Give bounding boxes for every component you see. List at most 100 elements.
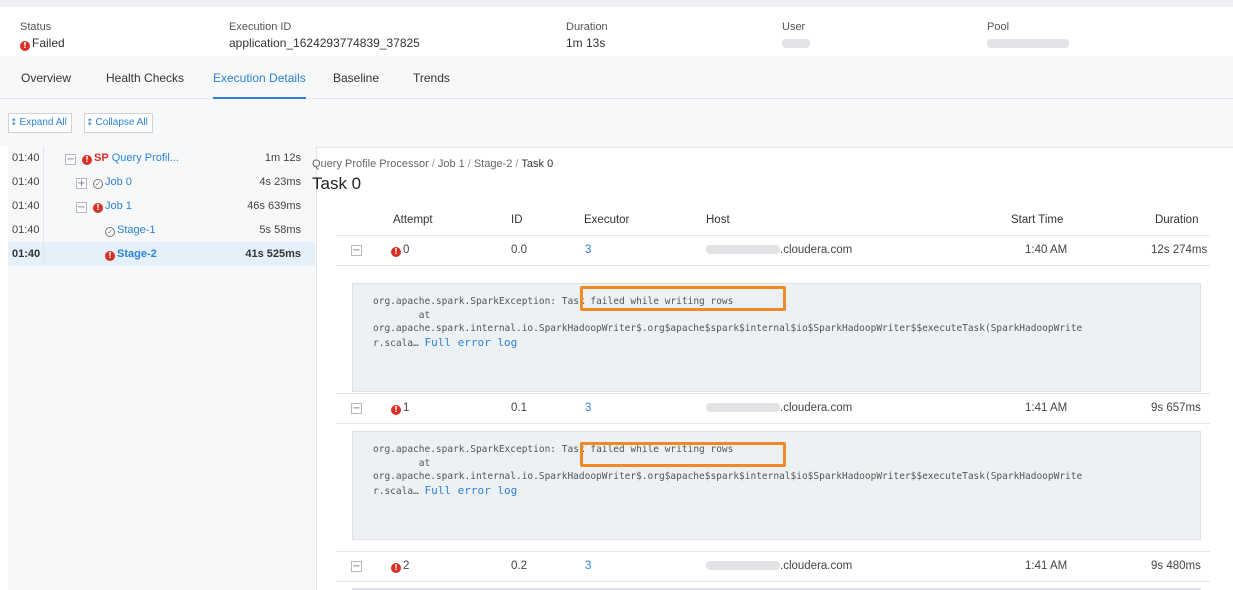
executor-link[interactable]: 3 [585, 560, 591, 572]
divider [336, 581, 1210, 582]
error-icon: ! [391, 563, 401, 573]
exception-name: org.apache.spark.SparkException: [373, 296, 557, 307]
stack-trace-line: org.apache.spark.internal.io.SparkHadoop… [373, 471, 1083, 482]
tree-row-query-profile[interactable]: 01:40 −! SP Query Profil... 1m 12s [8, 146, 315, 170]
breadcrumb-item[interactable]: Job 1 [438, 158, 465, 170]
pool-field: Pool [987, 21, 1069, 51]
stack-trace-tail: r.scala… [373, 337, 419, 349]
expand-icon: ↕ [10, 118, 18, 128]
status-text: Failed [32, 36, 65, 50]
error-icon: ! [93, 203, 103, 213]
tree-row-stage-2[interactable]: 01:40 ! Stage-2 41s 525ms [8, 242, 315, 266]
tree-row-time: 01:40 [12, 152, 40, 164]
attempt-value: 1 [403, 402, 410, 414]
full-error-log-link[interactable]: Full error log [425, 484, 518, 497]
tree-row-label: −! SP Query Profil... [65, 146, 179, 170]
collapse-toggle-icon[interactable]: − [351, 561, 362, 572]
execution-id-value: application_1624293774839_37825 [229, 36, 420, 50]
attempt-row-0[interactable]: − ! 0 0.0 3 .cloudera.com 1:40 AM 12s 274… [336, 236, 1210, 266]
start-time-cell: 1:40 AM [1025, 244, 1068, 256]
column-header-executor[interactable]: Executor [584, 214, 629, 226]
full-error-log-link[interactable]: Full error log [425, 336, 518, 349]
tab-health-checks[interactable]: Health Checks [106, 56, 184, 99]
tab-bar: Overview Health Checks Execution Details… [0, 56, 1233, 99]
id-cell: 0.2 [511, 560, 527, 572]
column-header-host[interactable]: Host [706, 214, 730, 226]
collapse-toggle-icon[interactable]: − [351, 403, 362, 414]
host-cell: .cloudera.com [706, 560, 852, 572]
tree-row-label: ! Stage-2 [105, 242, 157, 266]
tab-trends[interactable]: Trends [413, 56, 450, 99]
expand-all-label: Expand All [19, 117, 67, 128]
duration-cell: 12s 274ms [1151, 244, 1208, 256]
column-header-id[interactable]: ID [511, 214, 523, 226]
column-header-duration[interactable]: Duration [1155, 214, 1198, 226]
stack-trace-line: org.apache.spark.internal.io.SparkHadoop… [373, 323, 1083, 334]
expand-all-button[interactable]: ↕ Expand All [8, 113, 72, 133]
user-field: User [782, 21, 810, 51]
duration-label: Duration [566, 21, 608, 33]
duration-cell: 9s 657ms [1151, 402, 1201, 414]
collapse-all-button[interactable]: ↕ Collapse All [84, 113, 153, 133]
execution-summary: Status ! Failed Execution ID application_… [0, 7, 1233, 51]
host-cell: .cloudera.com [706, 402, 852, 414]
execution-tree: 01:40 −! SP Query Profil... 1m 12s 01:40 … [8, 146, 315, 266]
tree-row-name[interactable]: Job 1 [105, 200, 132, 212]
host-cell: .cloudera.com [706, 244, 852, 256]
stack-at: at [418, 457, 431, 469]
duration-value: 1m 13s [566, 36, 606, 50]
error-icon: ! [20, 41, 30, 51]
attempt-cell: ! 0 [391, 244, 409, 257]
host-text: .cloudera.com [780, 402, 853, 414]
attempt-row-2[interactable]: − ! 2 0.2 3 .cloudera.com 1:41 AM 9s 480m… [336, 552, 1210, 582]
status-field: Status ! Failed [20, 21, 65, 51]
tree-row-job-0[interactable]: 01:40 + ✓ Job 0 4s 23ms [8, 170, 315, 194]
breadcrumb-current: Task 0 [521, 158, 554, 170]
breadcrumb-item[interactable]: Query Profile Processor [312, 158, 429, 170]
tree-row-job-1[interactable]: 01:40 −! Job 1 46s 639ms [8, 194, 315, 218]
host-text: .cloudera.com [780, 244, 853, 256]
tree-row-name[interactable]: Stage-2 [117, 248, 157, 260]
tab-baseline[interactable]: Baseline [333, 56, 379, 99]
tree-row-name[interactable]: Query Profil... [112, 152, 179, 164]
tree-row-duration: 5s 58ms [259, 224, 301, 236]
tab-execution-details[interactable]: Execution Details [213, 56, 306, 99]
tree-row-time: 01:40 [12, 248, 41, 260]
duration-cell: 9s 480ms [1151, 560, 1201, 572]
expand-toggle-icon[interactable]: + [76, 178, 87, 189]
id-cell: 0.1 [511, 402, 527, 414]
tree-row-label: ✓ Stage-1 [105, 218, 156, 242]
collapse-toggle-icon[interactable]: − [76, 202, 87, 213]
tree-row-name[interactable]: Job 0 [105, 176, 132, 188]
tree-row-label: + ✓ Job 0 [76, 170, 132, 194]
tree-row-duration: 46s 639ms [247, 200, 301, 212]
toolbar: ↕ Expand All ↕ Collapse All [0, 99, 1233, 146]
attempt-value: 0 [403, 244, 410, 256]
divider [336, 423, 1210, 424]
column-header-start-time[interactable]: Start Time [1011, 214, 1063, 226]
tree-row-duration: 1m 12s [264, 152, 301, 164]
error-message-highlight [580, 286, 786, 311]
executor-link[interactable]: 3 [585, 402, 591, 414]
executor-link[interactable]: 3 [585, 244, 591, 256]
page-title: Task 0 [312, 174, 362, 193]
tab-overview[interactable]: Overview [21, 56, 71, 99]
breadcrumb-item[interactable]: Stage-2 [474, 158, 513, 170]
stack-at: at [418, 309, 431, 321]
tree-row-stage-1[interactable]: 01:40 ✓ Stage-1 5s 58ms [8, 218, 315, 242]
status-label: Status [20, 21, 52, 33]
collapse-toggle-icon[interactable]: − [65, 154, 76, 165]
collapse-toggle-icon[interactable]: − [351, 245, 362, 256]
tree-row-name[interactable]: Stage-1 [117, 224, 156, 236]
column-header-attempt[interactable]: Attempt [393, 214, 433, 226]
tree-row-duration: 4s 23ms [259, 176, 301, 188]
tree-row-time: 01:40 [12, 176, 40, 188]
attempt-row-1[interactable]: − ! 1 0.1 3 .cloudera.com 1:41 AM 9s 657m… [336, 394, 1210, 424]
attempt-cell: ! 2 [391, 560, 409, 573]
error-icon: ! [391, 247, 401, 257]
user-value-redacted [782, 35, 810, 51]
user-label: User [782, 21, 806, 33]
execution-id-field: Execution ID application_1624293774839_3… [229, 21, 420, 51]
attempt-value: 2 [403, 560, 410, 572]
error-icon: ! [82, 155, 92, 165]
